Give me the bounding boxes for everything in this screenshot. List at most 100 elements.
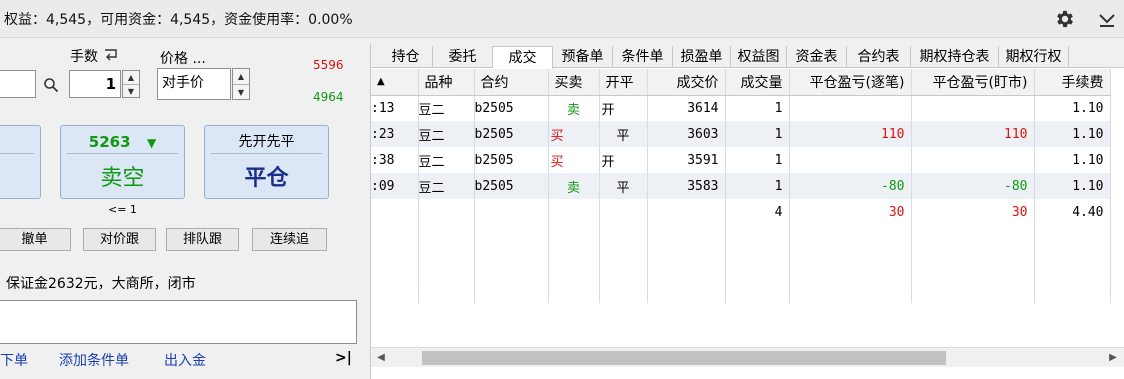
trade-pnl-mtm: -80: [911, 173, 1035, 199]
spinner-down-icon[interactable]: ▼: [233, 84, 249, 99]
trade-contract: b2505: [474, 173, 549, 199]
trade-time: :38: [371, 147, 419, 173]
scrollbar-thumb[interactable]: [422, 351, 946, 365]
scroll-right-icon[interactable]: ▶: [1105, 350, 1121, 366]
total-pnl-trade: 30: [789, 199, 912, 225]
trade-volume: 1: [725, 95, 790, 121]
trade-pnl-mtm: [911, 147, 1035, 173]
cancel-order-button[interactable]: 撤单: [0, 228, 71, 251]
trade-offset: 平: [599, 173, 648, 199]
sell-short-price-row: 5263 ▼: [67, 130, 178, 154]
buy-long-price: [0, 130, 34, 154]
price-stepper[interactable]: ▲ ▼: [232, 68, 250, 100]
trade-side: 卖: [548, 173, 600, 199]
table-header: ▲ 品种 合约 买卖 开平 成交价 成交量 平仓盈亏(逐笔) 平仓盈亏(盯市) …: [371, 69, 1111, 96]
tab-conditional-orders[interactable]: 条件单: [613, 46, 673, 68]
price-value: 对手价: [162, 75, 204, 91]
queue-follow-button[interactable]: 排队跟: [166, 228, 239, 251]
trade-contract: b2505: [474, 95, 549, 121]
empty-row: [371, 251, 1111, 277]
ask-price: 5596: [313, 58, 344, 72]
continuous-chase-button[interactable]: 连续追: [252, 228, 327, 251]
col-offset[interactable]: 开平: [599, 69, 648, 96]
scroll-left-icon[interactable]: ◀: [373, 350, 389, 366]
table-row[interactable]: :38 豆二 b2505 买 开 3591 1 1.10: [371, 147, 1111, 173]
spinner-up-icon[interactable]: ▲: [123, 71, 139, 84]
tab-positions[interactable]: 持仓: [379, 46, 433, 68]
trade-pnl: -80: [789, 173, 912, 199]
trade-volume: 1: [725, 147, 790, 173]
tab-orders[interactable]: 委托: [433, 46, 493, 68]
tab-option-positions[interactable]: 期权持仓表: [911, 46, 999, 68]
trade-fee: 1.10: [1034, 121, 1111, 147]
empty-row: [371, 225, 1111, 251]
contract-input[interactable]: [0, 70, 36, 98]
trade-side: 卖: [548, 95, 600, 121]
close-position-button[interactable]: 先开先平 平仓: [204, 125, 329, 199]
message-box: [0, 300, 357, 344]
search-icon[interactable]: [43, 77, 59, 93]
add-conditional-order-link[interactable]: 添加条件单: [59, 350, 129, 370]
col-volume[interactable]: 成交量: [725, 69, 790, 96]
trade-pnl-mtm: [911, 95, 1035, 121]
col-side[interactable]: 买卖: [548, 69, 600, 96]
table-row[interactable]: :13 豆二 b2505 卖 开 3614 1 1.10: [371, 95, 1111, 121]
trade-price: 3583: [647, 173, 726, 199]
trade-time: :09: [371, 173, 419, 199]
horizontal-scrollbar[interactable]: ◀ ▶: [371, 347, 1124, 367]
tab-trades[interactable]: 成交: [493, 46, 553, 69]
tab-prepared-orders[interactable]: 预备单: [553, 46, 613, 68]
trade-contract: b2505: [474, 147, 549, 173]
tab-stop-orders[interactable]: 损盈单: [673, 46, 731, 68]
tab-option-exercise[interactable]: 期权行权: [999, 46, 1069, 68]
tab-contracts[interactable]: 合约表: [847, 46, 911, 68]
col-pnl-trade[interactable]: 平仓盈亏(逐笔): [789, 69, 912, 96]
col-pnl-mtm[interactable]: 平仓盈亏(盯市): [911, 69, 1035, 96]
col-product[interactable]: 品种: [418, 69, 475, 96]
order-panel: 手数 1 ▲ ▼ 价格 ... 对手价 ▲ ▼ 5596 4964 5263 ▼…: [0, 38, 368, 379]
tab-equity-chart[interactable]: 权益图: [731, 46, 787, 68]
trade-contract: b2505: [474, 121, 549, 147]
price-field[interactable]: 对手价: [157, 68, 231, 100]
total-volume: 4: [725, 199, 790, 225]
lots-value: 1: [105, 75, 116, 93]
gear-icon[interactable]: [1054, 8, 1076, 30]
sell-short-label: 卖空: [100, 166, 145, 191]
trades-table: ▲ 品种 合约 买卖 开平 成交价 成交量 平仓盈亏(逐笔) 平仓盈亏(盯市) …: [371, 69, 1111, 303]
place-order-link[interactable]: 线下单: [0, 350, 28, 370]
deposit-withdraw-link[interactable]: 出入金: [164, 350, 206, 370]
sell-short-price: 5263: [88, 133, 131, 151]
buy-long-button[interactable]: [0, 125, 41, 199]
trade-price: 3614: [647, 95, 726, 121]
lots-stepper[interactable]: ▲ ▼: [122, 70, 140, 98]
tab-funds[interactable]: 资金表: [787, 46, 847, 68]
close-mode-label: 先开先平: [211, 130, 322, 154]
trade-pnl: [789, 147, 912, 173]
col-fee[interactable]: 手续费: [1034, 69, 1111, 96]
empty-row: [371, 277, 1111, 303]
table-row[interactable]: :23 豆二 b2505 买 平 3603 1 110 110 1.10: [371, 121, 1111, 147]
trade-offset: 开: [599, 147, 648, 173]
col-sort[interactable]: ▲: [371, 69, 419, 96]
trade-time: :13: [371, 95, 419, 121]
trade-side: 买: [548, 121, 600, 147]
trade-time: :23: [371, 121, 419, 147]
tab-bar: 持仓 委托 成交 预备单 条件单 损盈单 权益图 资金表 合约表 期权持仓表 期…: [371, 44, 1124, 69]
chevron-down-icon[interactable]: [1097, 9, 1117, 29]
trade-product: 豆二: [418, 173, 475, 199]
chase-counter-price-button[interactable]: 对价跟: [83, 228, 156, 251]
trade-volume: 1: [725, 173, 790, 199]
col-price[interactable]: 成交价: [647, 69, 726, 96]
table-row[interactable]: :09 豆二 b2505 卖 平 3583 1 -80 -80 1.10: [371, 173, 1111, 199]
spinner-up-icon[interactable]: ▲: [233, 69, 249, 84]
reverse-arrow-icon[interactable]: [103, 48, 119, 62]
trade-fee: 1.10: [1034, 95, 1111, 121]
bid-price: 4964: [313, 90, 344, 104]
trade-fee: 1.10: [1034, 147, 1111, 173]
spinner-down-icon[interactable]: ▼: [123, 84, 139, 97]
margin-info: 保证金2632元，大商所，闭市: [6, 276, 196, 292]
col-contract[interactable]: 合约: [474, 69, 549, 96]
lots-field[interactable]: 1: [69, 70, 121, 98]
expand-right-icon[interactable]: >|: [335, 350, 352, 366]
sell-short-button[interactable]: 5263 ▼ 卖空: [60, 125, 185, 199]
